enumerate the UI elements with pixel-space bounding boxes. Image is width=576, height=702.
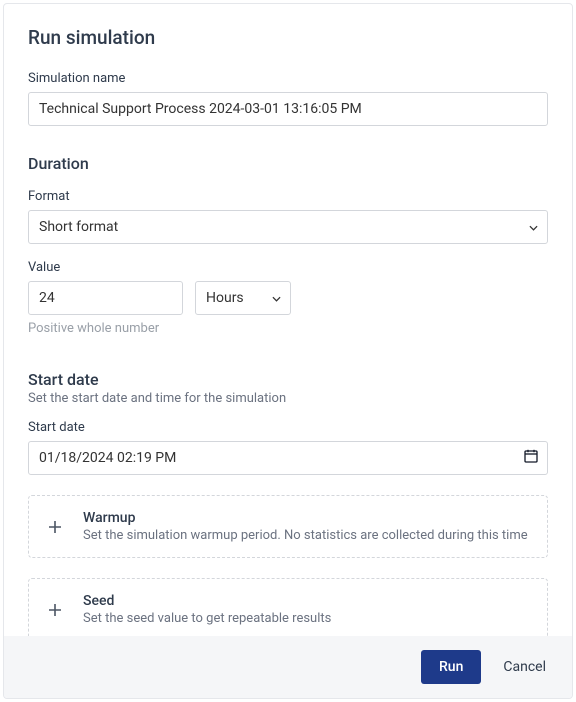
- plus-icon: [43, 520, 67, 534]
- warmup-title: Warmup: [83, 510, 528, 526]
- simulation-name-input[interactable]: [28, 92, 548, 126]
- value-group: Value Hours Positive whole number: [28, 260, 548, 336]
- plus-icon: [43, 603, 67, 617]
- value-helper: Positive whole number: [28, 321, 548, 336]
- unit-select[interactable]: Hours: [195, 281, 291, 315]
- simulation-name-label: Simulation name: [28, 71, 548, 86]
- format-label: Format: [28, 189, 548, 204]
- seed-expander[interactable]: Seed Set the seed value to get repeatabl…: [28, 578, 548, 636]
- start-date-wrap: [28, 441, 548, 475]
- dialog-footer: Run Cancel: [4, 636, 572, 698]
- start-date-input[interactable]: [28, 441, 548, 475]
- unit-select-wrap: Hours: [195, 281, 291, 315]
- value-input[interactable]: [28, 281, 183, 315]
- warmup-desc: Set the simulation warmup period. No sta…: [83, 528, 528, 543]
- start-date-subtitle: Set the start date and time for the simu…: [28, 391, 548, 406]
- warmup-expander[interactable]: Warmup Set the simulation warmup period.…: [28, 495, 548, 558]
- start-date-label: Start date: [28, 420, 548, 435]
- format-select-wrap: Short format: [28, 210, 548, 244]
- run-simulation-panel: Run simulation Simulation name Duration …: [3, 3, 573, 699]
- format-select[interactable]: Short format: [28, 210, 548, 244]
- warmup-text: Warmup Set the simulation warmup period.…: [83, 510, 528, 543]
- duration-title: Duration: [28, 154, 548, 173]
- format-group: Format Short format: [28, 189, 548, 244]
- cancel-button[interactable]: Cancel: [499, 650, 550, 684]
- page-title: Run simulation: [28, 26, 548, 49]
- value-input-wrap: [28, 281, 183, 315]
- start-date-title: Start date: [28, 370, 548, 389]
- value-row: Hours: [28, 281, 548, 315]
- seed-desc: Set the seed value to get repeatable res…: [83, 611, 331, 626]
- panel-content: Run simulation Simulation name Duration …: [4, 4, 572, 636]
- seed-text: Seed Set the seed value to get repeatabl…: [83, 593, 331, 626]
- seed-title: Seed: [83, 593, 331, 609]
- value-label: Value: [28, 260, 548, 275]
- run-button[interactable]: Run: [421, 650, 481, 684]
